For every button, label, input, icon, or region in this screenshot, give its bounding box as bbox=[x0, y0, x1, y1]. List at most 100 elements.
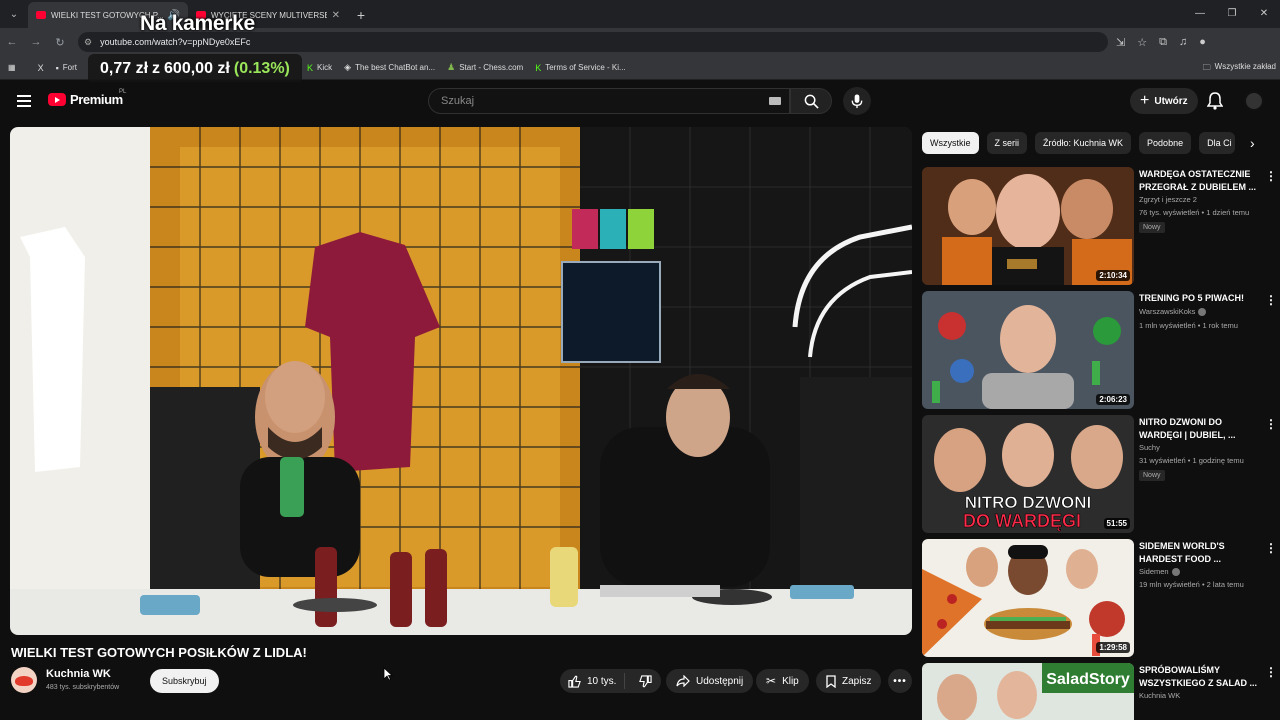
chip-for-you[interactable]: Dla Ci bbox=[1199, 132, 1236, 154]
subscribe-button[interactable]: Subskrybuj bbox=[150, 669, 219, 693]
voice-search-button[interactable] bbox=[843, 87, 871, 115]
goal-current: 0,77 zł bbox=[100, 60, 149, 77]
video-thumbnail[interactable]: NITRO DZWONI DO WARDĘGI 51:55 bbox=[922, 415, 1134, 533]
dislike-button[interactable] bbox=[631, 674, 660, 688]
chip-all[interactable]: Wszystkie bbox=[922, 132, 979, 154]
thumbnail-image: NITRO DZWONI DO WARDĘGI bbox=[922, 415, 1134, 533]
chip-series[interactable]: Z serii bbox=[986, 132, 1027, 154]
bookmark-star-icon[interactable]: ☆ bbox=[1137, 36, 1147, 49]
recommended-video[interactable]: 1:29:58 SIDEMEN WORLD'S HARDEST FOOD ...… bbox=[922, 539, 1278, 657]
chip-source[interactable]: Źródło: Kuchnia WK bbox=[1035, 132, 1132, 154]
channel-name[interactable]: Kuchnia WK bbox=[46, 668, 111, 680]
recommended-channel[interactable]: Suchy bbox=[1139, 443, 1160, 452]
recommended-channel[interactable]: Kuchnia WK bbox=[1139, 691, 1180, 700]
bookmark-chess[interactable]: ♟ Start - Chess.com bbox=[447, 62, 523, 73]
more-vert-icon[interactable]: ⋮ bbox=[1265, 541, 1277, 555]
apps-icon[interactable]: ▦ bbox=[8, 63, 16, 72]
media-icon[interactable]: ♫ bbox=[1179, 36, 1187, 49]
thumbnail-image: SaladStory bbox=[922, 663, 1134, 720]
channel-label: Kuchnia WK bbox=[1139, 691, 1181, 700]
notifications-icon[interactable] bbox=[1206, 92, 1224, 115]
close-window-icon[interactable]: ✕ bbox=[1248, 0, 1280, 28]
recommended-title[interactable]: NITRO DZWONI DO WARDĘGI | DUBIEL, ... bbox=[1139, 416, 1261, 442]
more-vert-icon[interactable]: ⋮ bbox=[1265, 665, 1277, 679]
chevron-right-icon[interactable]: › bbox=[1250, 135, 1255, 151]
clip-label: Klip bbox=[782, 675, 799, 687]
chatbot-icon: ◈ bbox=[344, 62, 352, 72]
video-frame bbox=[10, 127, 912, 635]
channel-avatar[interactable] bbox=[11, 667, 37, 693]
youtube-premium-logo[interactable]: Premium PL bbox=[48, 89, 126, 107]
extensions-icon[interactable]: ⧉ bbox=[1159, 36, 1167, 49]
recommended-channel[interactable]: Zgrzyt i jeszcze 2 bbox=[1139, 195, 1197, 204]
forward-icon[interactable]: → bbox=[24, 36, 48, 48]
all-bookmarks[interactable]: 🗀 Wszystkie zakład bbox=[1203, 62, 1276, 76]
site-info-icon[interactable]: ⚙ bbox=[84, 37, 92, 48]
account-avatar[interactable] bbox=[1244, 91, 1264, 111]
recommended-video[interactable]: 2:10:34 WARDĘGA OSTATECZNIE PRZEGRAŁ Z D… bbox=[922, 167, 1278, 285]
recommended-title[interactable]: WARDĘGA OSTATECZNIE PRZEGRAŁ Z DUBIELEM … bbox=[1139, 168, 1261, 194]
more-vert-icon[interactable]: ⋮ bbox=[1265, 293, 1277, 307]
chip-related[interactable]: Podobne bbox=[1139, 132, 1192, 154]
recommended-channel[interactable]: WarszawskiKoks bbox=[1139, 307, 1207, 316]
thumbs-up-icon bbox=[568, 675, 581, 688]
save-label: Zapisz bbox=[842, 675, 872, 687]
channel-label: Suchy bbox=[1139, 443, 1160, 452]
recommended-video[interactable]: SaladStory SPRÓBOWALIŚMY WSZYSTKIEGO Z S… bbox=[922, 663, 1278, 720]
share-label: Udostępnij bbox=[696, 675, 744, 687]
channel-label: Zgrzyt i jeszcze 2 bbox=[1139, 195, 1197, 204]
more-vert-icon[interactable]: ⋮ bbox=[1265, 169, 1277, 183]
like-button[interactable]: 10 tys. bbox=[560, 673, 626, 689]
create-button[interactable]: + Utwórz bbox=[1130, 88, 1198, 114]
new-tab-button[interactable]: + bbox=[348, 2, 374, 28]
youtube-play-icon bbox=[48, 93, 66, 106]
profile-icon[interactable]: ● bbox=[1199, 36, 1206, 49]
video-player[interactable] bbox=[10, 127, 912, 635]
subscriber-count: 483 tys. subskrybentów bbox=[46, 684, 120, 691]
search-input[interactable]: Szukaj bbox=[428, 88, 790, 114]
minimize-icon[interactable]: — bbox=[1184, 0, 1216, 28]
tab-search-icon[interactable]: ⌄ bbox=[0, 0, 28, 28]
thumbnail-caption-1: SaladStory bbox=[1046, 671, 1130, 688]
recommended-title[interactable]: TRENING PO 5 PIWACH! bbox=[1139, 292, 1261, 305]
reload-icon[interactable]: ↻ bbox=[48, 36, 72, 49]
video-thumbnail[interactable]: SaladStory bbox=[922, 663, 1134, 720]
recommended-video[interactable]: NITRO DZWONI DO WARDĘGI 51:55 NITRO DZWO… bbox=[922, 415, 1278, 533]
video-thumbnail[interactable]: 2:06:23 bbox=[922, 291, 1134, 409]
bookmark-x[interactable]: X bbox=[38, 63, 44, 73]
video-thumbnail[interactable]: 2:10:34 bbox=[922, 167, 1134, 285]
verified-icon bbox=[1171, 567, 1180, 576]
clip-button[interactable]: ✂ Klip bbox=[756, 669, 809, 693]
thumbnail-caption-2: DO WARDĘGI bbox=[963, 511, 1081, 531]
back-icon[interactable]: ← bbox=[0, 36, 24, 48]
stream-overlay-title: Na kamerke bbox=[140, 12, 255, 35]
kick-icon: K bbox=[535, 62, 542, 73]
maximize-icon[interactable]: ❐ bbox=[1216, 0, 1248, 28]
keyboard-icon[interactable] bbox=[769, 97, 781, 105]
thumbnail-image bbox=[922, 167, 1134, 285]
like-count: 10 tys. bbox=[587, 675, 617, 687]
bookmark-chatbot[interactable]: ◈ The best ChatBot an... bbox=[344, 62, 435, 73]
recommended-video[interactable]: 2:06:23 TRENING PO 5 PIWACH! WarszawskiK… bbox=[922, 291, 1278, 409]
mouse-cursor-icon bbox=[383, 667, 393, 681]
bookmark-kick[interactable]: K Kick bbox=[307, 63, 332, 73]
menu-icon[interactable] bbox=[17, 95, 31, 107]
recommended-title[interactable]: SIDEMEN WORLD'S HARDEST FOOD ... bbox=[1139, 540, 1261, 566]
recommended-title[interactable]: SPRÓBOWALIŚMY WSZYSTKIEGO Z SALAD ... bbox=[1139, 664, 1261, 690]
bookmark-kick-terms[interactable]: K Terms of Service - Ki... bbox=[535, 63, 625, 73]
video-thumbnail[interactable]: 1:29:58 bbox=[922, 539, 1134, 657]
share-button[interactable]: Udostępnij bbox=[666, 669, 754, 693]
bookmark-label: The best ChatBot an... bbox=[355, 63, 436, 72]
close-tab-icon[interactable]: ✕ bbox=[332, 10, 340, 21]
recommended-channel[interactable]: Sidemen bbox=[1139, 567, 1180, 576]
search-button[interactable] bbox=[790, 88, 832, 114]
save-button[interactable]: Zapisz bbox=[816, 669, 882, 693]
all-bookmarks-label: Wszystkie zakład bbox=[1214, 62, 1276, 71]
more-vert-icon[interactable]: ⋮ bbox=[1265, 417, 1277, 431]
more-actions-button[interactable]: ••• bbox=[888, 669, 912, 693]
install-icon[interactable]: ⇲ bbox=[1116, 36, 1125, 49]
bookmark-label: Start - Chess.com bbox=[459, 63, 524, 72]
bookmark-fort[interactable]: ▪ Fort bbox=[56, 63, 77, 73]
goal-separator: z bbox=[152, 60, 161, 77]
bookmark-label: Fort bbox=[62, 63, 78, 72]
